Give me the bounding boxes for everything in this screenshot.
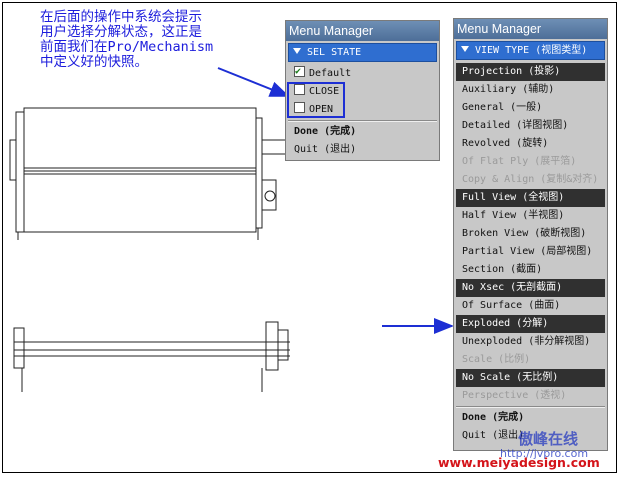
view-exploded[interactable]: Exploded (分解) bbox=[456, 315, 605, 333]
annotation-line-2: 用户选择分解状态，这正是 bbox=[40, 24, 202, 40]
view-detailed[interactable]: Detailed (详图视图) bbox=[456, 117, 605, 135]
view-projection[interactable]: Projection (投影) bbox=[456, 63, 605, 81]
highlight-box bbox=[287, 82, 345, 118]
divider bbox=[288, 120, 437, 122]
view-type-header[interactable]: VIEW TYPE (视图类型) bbox=[456, 41, 605, 60]
quit-button[interactable]: Quit (退出) bbox=[288, 141, 437, 159]
view-perspective: Perspective (透视) bbox=[462, 390, 567, 401]
view-unexploded[interactable]: Unexploded (非分解视图) bbox=[456, 333, 605, 351]
annotation-line-4: 中定义好的快照。 bbox=[40, 54, 148, 70]
view-no-scale[interactable]: No Scale (无比例) bbox=[456, 369, 605, 387]
triangle-down-icon bbox=[461, 46, 469, 52]
done-button[interactable]: Done (完成) bbox=[288, 123, 437, 141]
divider bbox=[456, 406, 605, 408]
view-auxiliary[interactable]: Auxiliary (辅助) bbox=[456, 81, 605, 99]
watermark-cn: 傲峰在线 bbox=[518, 430, 579, 448]
view-partial[interactable]: Partial View (局部视图) bbox=[456, 243, 605, 261]
annotation-line-3: 前面我们在Pro/Mechanism bbox=[40, 39, 214, 55]
menu-title: Menu Manager bbox=[454, 19, 607, 39]
checkbox-checked-icon bbox=[294, 63, 305, 81]
view-scale: Scale (比例) bbox=[462, 354, 531, 365]
annotation-text: 在后面的操作中系统会提示 用户选择分解状态，这正是 前面我们在Pro/Mecha… bbox=[40, 10, 250, 70]
done-button[interactable]: Done (完成) bbox=[456, 409, 605, 427]
view-general[interactable]: General (一般) bbox=[456, 99, 605, 117]
triangle-down-icon bbox=[293, 48, 301, 54]
menu-manager-right: Menu Manager VIEW TYPE (视图类型) Projection… bbox=[453, 18, 608, 451]
view-half[interactable]: Half View (半视图) bbox=[456, 207, 605, 225]
state-default[interactable]: Default bbox=[288, 63, 437, 83]
view-no-xsec[interactable]: No Xsec (无剖截面) bbox=[456, 279, 605, 297]
view-revolved[interactable]: Revolved (旋转) bbox=[456, 135, 605, 153]
menu-title: Menu Manager bbox=[286, 21, 439, 41]
view-full[interactable]: Full View (全视图) bbox=[456, 189, 605, 207]
view-of-flat-ply: Of Flat Ply (展平箔) bbox=[462, 156, 577, 167]
view-copy-align: Copy & Align (复制&对齐) bbox=[462, 174, 599, 185]
view-section[interactable]: Section (截面) bbox=[456, 261, 605, 279]
view-broken[interactable]: Broken View (破断视图) bbox=[456, 225, 605, 243]
watermark-site: www.meiyadesign.com bbox=[438, 455, 600, 470]
annotation-line-1: 在后面的操作中系统会提示 bbox=[40, 9, 202, 25]
sel-state-header[interactable]: SEL STATE bbox=[288, 43, 437, 62]
view-of-surface[interactable]: Of Surface (曲面) bbox=[456, 297, 605, 315]
